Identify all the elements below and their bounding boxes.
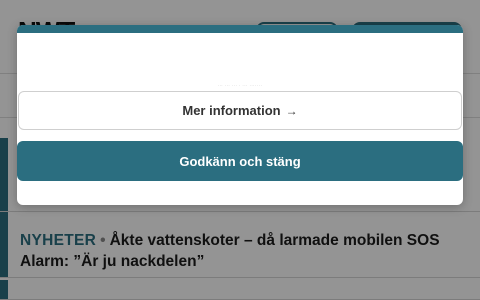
accept-and-close-button[interactable]: Godkänn och stäng — [17, 141, 463, 181]
page: NWT NYHETER•Åkte vattenskoter – då larma… — [0, 0, 480, 300]
consent-dialog: ··· ··· ··· · ··· ······· Mer informatio… — [17, 25, 463, 205]
more-information-label: Mer information — [182, 103, 281, 118]
more-information-button[interactable]: Mer information → — [18, 91, 462, 130]
dialog-fineprint: ··· ··· ··· · ··· ······· — [217, 83, 263, 88]
arrow-right-icon: → — [285, 103, 298, 118]
accept-and-close-label: Godkänn och stäng — [179, 153, 301, 169]
dialog-accent-bar — [17, 25, 463, 33]
